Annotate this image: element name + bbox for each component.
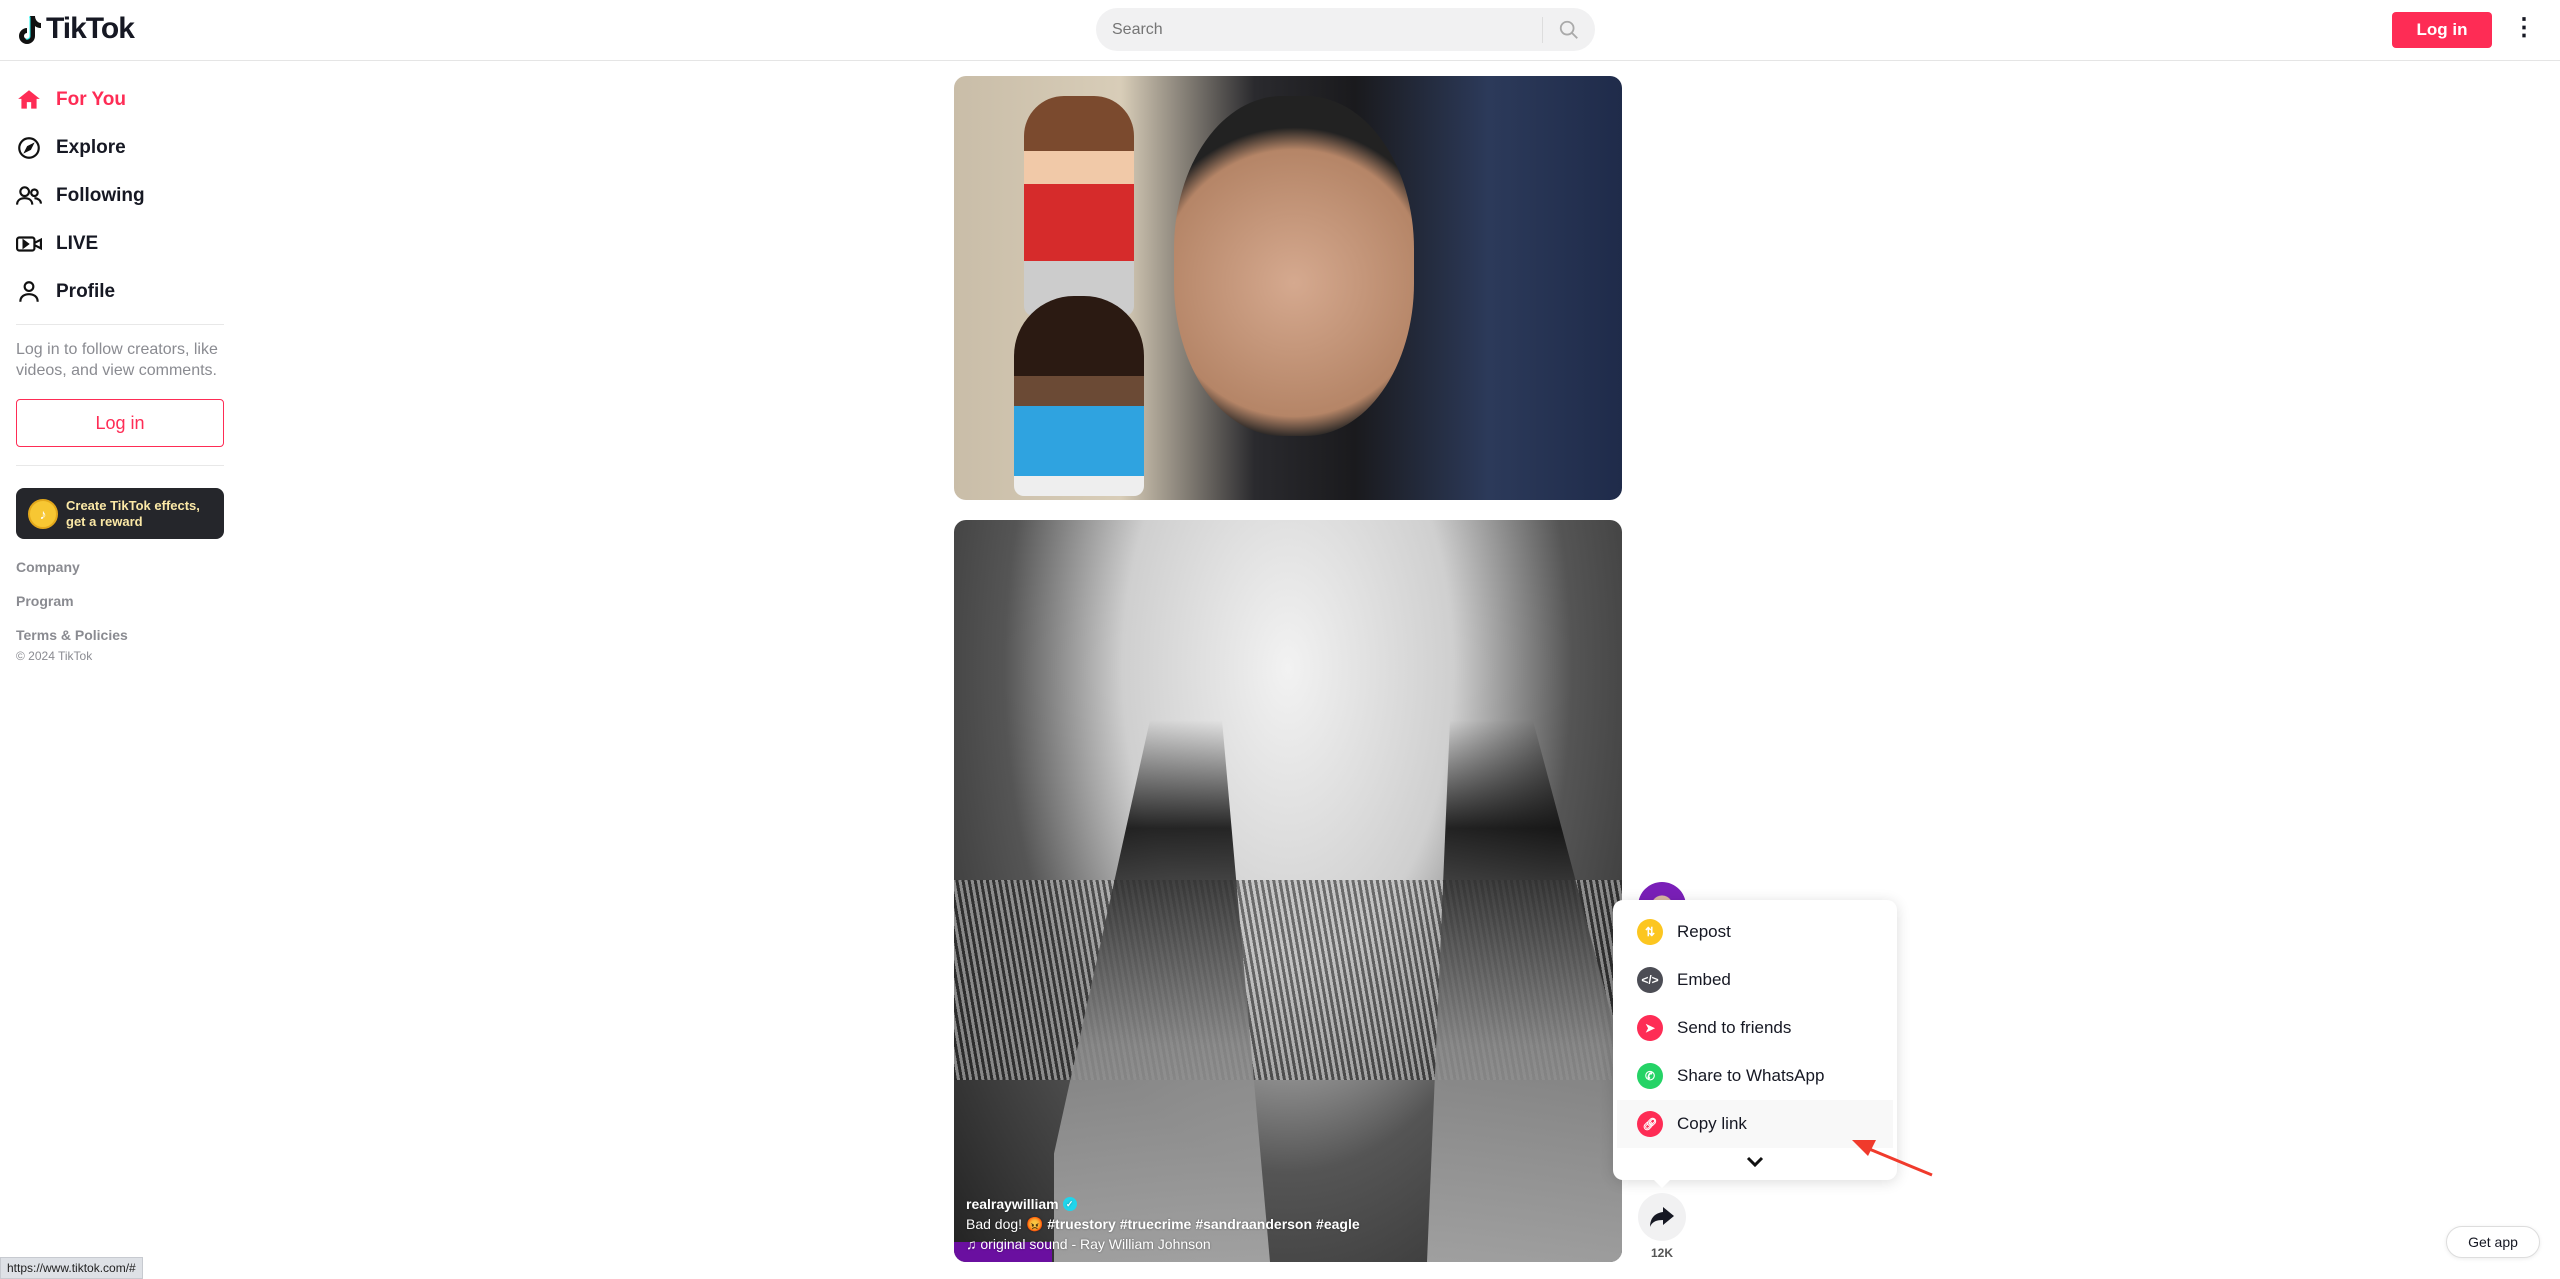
share-menu-item-repost[interactable]: ⇅ Repost [1617, 908, 1893, 956]
video-sound[interactable]: ♫ original sound - Ray William Johnson [966, 1234, 1364, 1254]
author-username[interactable]: realraywilliam [966, 1194, 1059, 1214]
search-bar [1096, 8, 1595, 51]
menu-item-label: Share to WhatsApp [1677, 1066, 1825, 1085]
sidebar-item-following[interactable]: Following [16, 172, 224, 220]
sidebar-login-button[interactable]: Log in [16, 399, 224, 447]
chevron-down-icon [1746, 1156, 1764, 1168]
top-header: TikTok Log in ⋮ [0, 0, 2560, 61]
sidebar-item-label: Explore [56, 137, 126, 158]
sidebar-item-label: For You [56, 89, 127, 110]
sidebar-item-for-you[interactable]: For You [16, 76, 224, 124]
video-player-2[interactable]: realraywilliam ✓ Bad dog! 😡 #truestory #tr… [954, 520, 1622, 1262]
get-app-button[interactable]: Get app [2446, 1226, 2540, 1258]
home-icon [18, 90, 40, 109]
sidebar-item-explore[interactable]: Explore [16, 124, 224, 172]
tiktok-logo[interactable]: TikTok [16, 12, 135, 46]
live-video-icon [16, 236, 42, 252]
embed-code-icon: </> [1637, 967, 1663, 993]
footer-link-program[interactable]: Program [16, 593, 224, 609]
footer-link-terms[interactable]: Terms & Policies [16, 627, 224, 643]
hashtag-link[interactable]: #sandraanderson [1195, 1216, 1312, 1232]
hashtag-link[interactable]: #truecrime [1120, 1216, 1192, 1232]
sidebar-item-label: LIVE [56, 233, 99, 254]
copyright: © 2024 TikTok [16, 649, 93, 663]
music-note-icon: ♫ [966, 1236, 981, 1252]
logo-text: TikTok [46, 12, 135, 45]
effects-text-line2: get a reward [66, 513, 143, 529]
sidebar-item-label: Profile [56, 281, 116, 302]
video-player-1[interactable] [954, 76, 1622, 500]
verified-badge-icon: ✓ [1062, 1197, 1077, 1211]
share-menu-item-send-to-friends[interactable]: ➤ Send to friends [1617, 1004, 1893, 1052]
footer-link-company[interactable]: Company [16, 559, 224, 575]
effects-coin-icon: ♪ [28, 498, 58, 529]
menu-item-label: Send to friends [1677, 1018, 1792, 1037]
header-login-button[interactable]: Log in [2392, 12, 2492, 48]
whatsapp-icon: ✆ [1637, 1063, 1663, 1089]
video-author[interactable]: realraywilliam ✓ [966, 1194, 1364, 1214]
menu-item-label: Embed [1677, 970, 1731, 989]
video-thumbnail-figure [1024, 96, 1134, 316]
share-count: 12K [1650, 1246, 1673, 1260]
menu-item-label: Copy link [1677, 1114, 1747, 1133]
share-arrow-icon [1650, 1207, 1674, 1227]
user-icon [19, 281, 39, 302]
annotation-arrow-icon [1852, 1140, 1933, 1177]
share-button[interactable] [1638, 1193, 1686, 1241]
video-description: Bad dog! 😡 #truestory #truecrime #sandraan… [966, 1214, 1364, 1234]
video-thumbnail-person [1174, 96, 1414, 436]
divider [16, 324, 224, 325]
repost-icon: ⇅ [1637, 919, 1663, 945]
link-icon: 🔗︎ [1637, 1111, 1663, 1137]
hashtag-link[interactable]: #truestory [1047, 1216, 1115, 1232]
send-paper-plane-icon: ➤ [1637, 1015, 1663, 1041]
more-options-icon[interactable]: ⋮ [2512, 16, 2536, 40]
users-icon [16, 186, 42, 205]
login-hint: Log in to follow creators, like videos, … [16, 341, 218, 379]
video-thumbnail-figure [1014, 296, 1144, 496]
hashtag-link[interactable]: #eagle [1316, 1216, 1360, 1232]
search-button[interactable] [1543, 19, 1595, 41]
sidebar: For You Explore Following LIVE Profile L… [16, 76, 224, 663]
sidebar-item-live[interactable]: LIVE [16, 220, 224, 268]
compass-icon [18, 137, 40, 159]
create-effects-banner[interactable]: ♪ Create TikTok effects, get a reward [16, 488, 224, 539]
description-text: Bad dog! 😡 [966, 1216, 1044, 1232]
video-caption: realraywilliam ✓ Bad dog! 😡 #truestory #tr… [966, 1194, 1364, 1254]
tiktok-note-icon [19, 16, 41, 44]
share-menu-item-embed[interactable]: </> Embed [1617, 956, 1893, 1004]
search-icon [1559, 20, 1578, 39]
share-menu-item-whatsapp[interactable]: ✆ Share to WhatsApp [1617, 1052, 1893, 1100]
divider [16, 465, 224, 466]
sound-name[interactable]: original sound - Ray William Johnson [980, 1236, 1210, 1252]
sidebar-item-profile[interactable]: Profile [16, 268, 224, 316]
browser-status-url: https://www.tiktok.com/# [0, 1257, 143, 1279]
menu-caret [1652, 1178, 1672, 1188]
sidebar-item-label: Following [56, 185, 145, 206]
menu-item-label: Repost [1677, 922, 1731, 941]
search-input[interactable] [1096, 20, 1542, 39]
effects-text-line1: Create TikTok effects, [66, 497, 200, 513]
